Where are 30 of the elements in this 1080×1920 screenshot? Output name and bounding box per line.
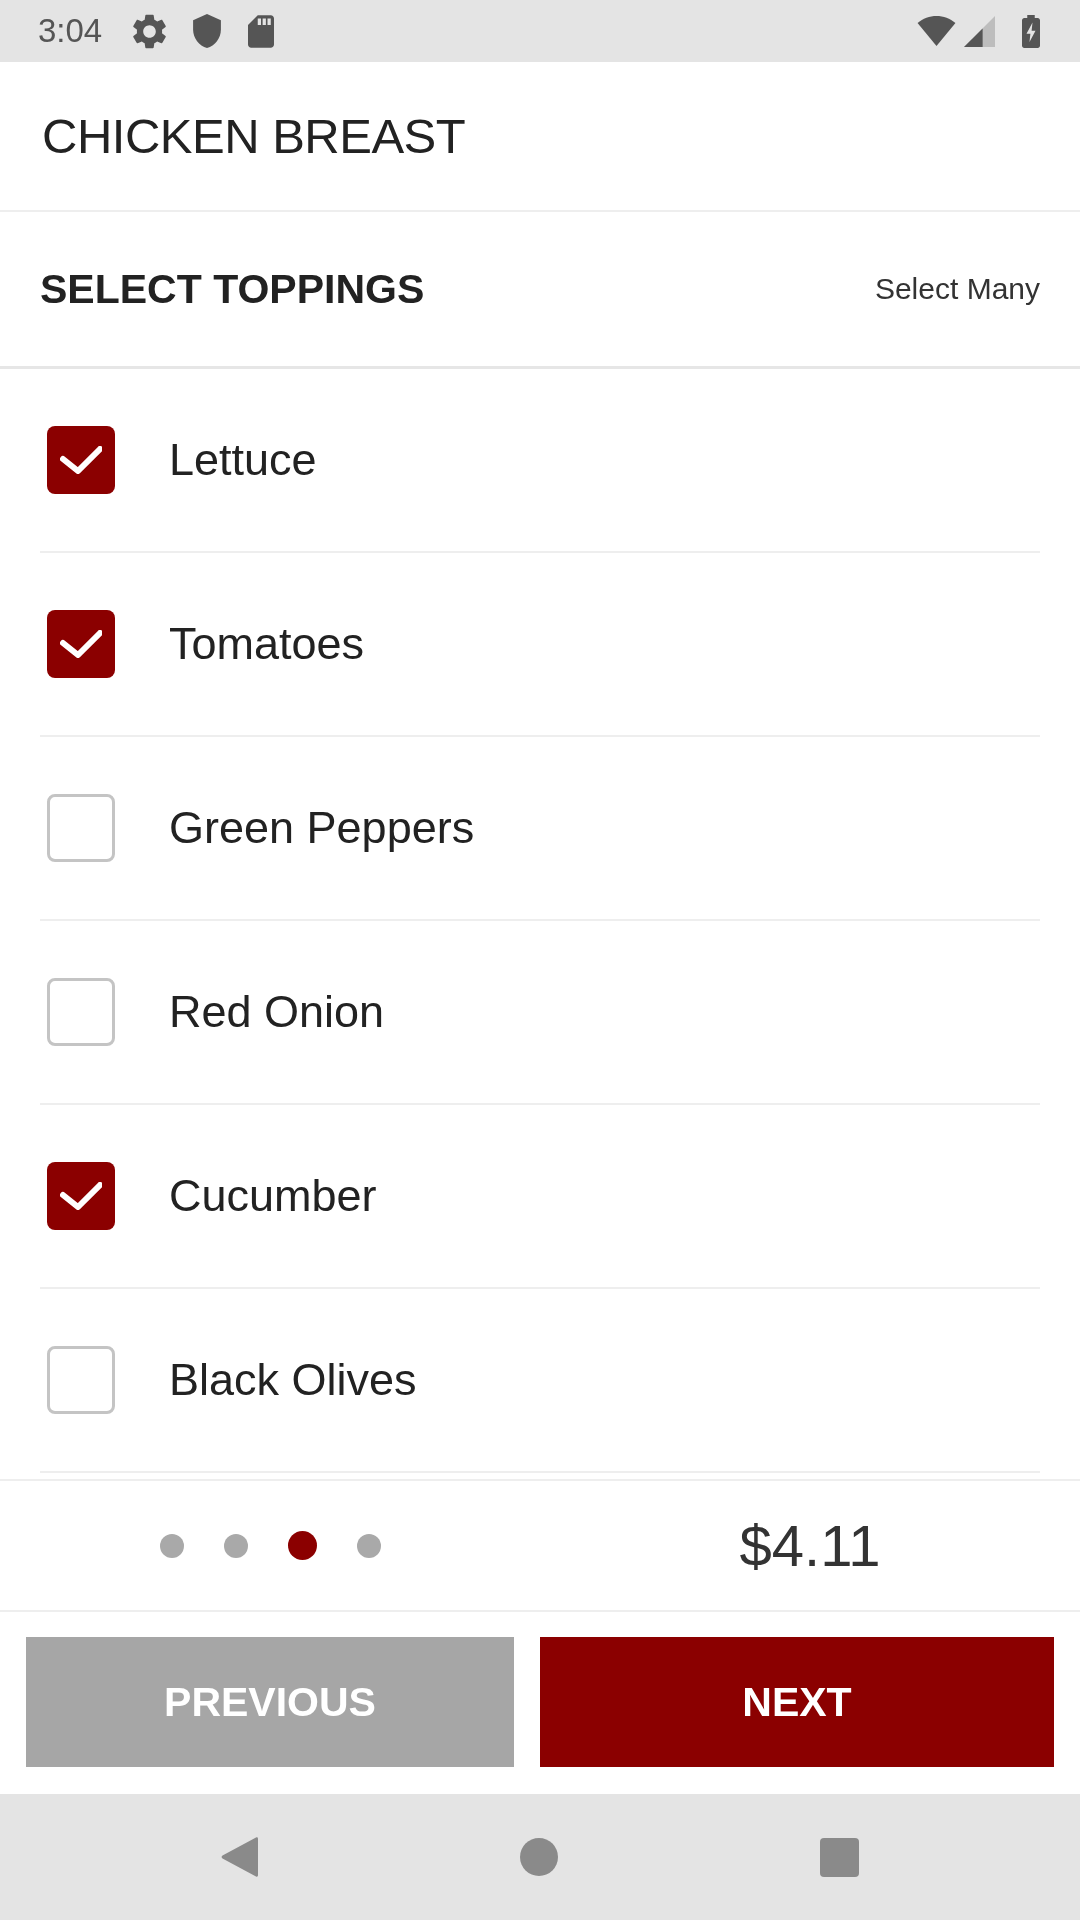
recents-icon[interactable] bbox=[820, 1837, 859, 1877]
topping-label: Cucumber bbox=[169, 1170, 377, 1222]
sd-card-icon bbox=[248, 14, 275, 48]
topping-label: Tomatoes bbox=[169, 618, 365, 670]
topping-label: Green Peppers bbox=[169, 802, 475, 854]
checkbox[interactable] bbox=[47, 426, 115, 494]
checkbox[interactable] bbox=[47, 978, 115, 1046]
wifi-icon bbox=[917, 16, 956, 46]
signal-icon bbox=[964, 15, 995, 47]
shield-icon bbox=[193, 14, 222, 48]
checkbox[interactable] bbox=[47, 1162, 115, 1230]
settings-icon bbox=[133, 13, 167, 49]
checkbox[interactable] bbox=[47, 1346, 115, 1414]
topping-label: Black Olives bbox=[169, 1354, 417, 1406]
topping-label: Red Onion bbox=[169, 986, 385, 1038]
page-title: CHICKEN BREAST bbox=[42, 108, 466, 164]
checkbox[interactable] bbox=[47, 794, 115, 862]
home-icon[interactable] bbox=[520, 1838, 558, 1876]
check-icon bbox=[60, 446, 102, 474]
checkbox[interactable] bbox=[47, 610, 115, 678]
topping-label: Lettuce bbox=[169, 434, 317, 486]
check-icon bbox=[60, 1182, 102, 1210]
section-heading: SELECT TOPPINGS bbox=[40, 265, 425, 313]
back-icon[interactable] bbox=[221, 1836, 258, 1878]
price-total: $4.11 bbox=[739, 1512, 881, 1579]
battery-charging-icon bbox=[1021, 14, 1041, 48]
check-icon bbox=[60, 630, 102, 658]
status-time: 3:04 bbox=[38, 12, 103, 50]
next-button[interactable]: NEXT bbox=[540, 1637, 1054, 1767]
selection-hint: Select Many bbox=[874, 272, 1040, 306]
